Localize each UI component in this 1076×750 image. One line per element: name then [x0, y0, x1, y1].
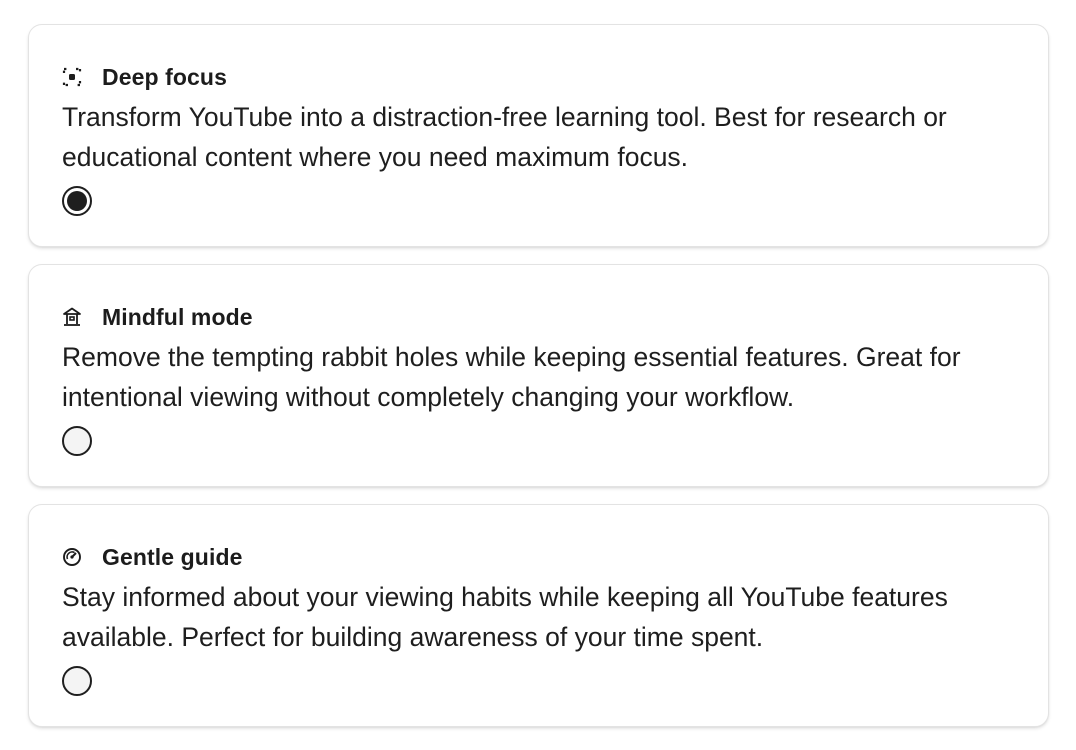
- option-header: Deep focus: [62, 62, 1015, 92]
- option-header: Mindful mode: [62, 302, 1015, 332]
- focus-frame-icon: [62, 67, 82, 87]
- option-title: Mindful mode: [102, 303, 253, 330]
- option-radio-mindful-mode[interactable]: [62, 426, 92, 456]
- option-radio-deep-focus[interactable]: [62, 186, 92, 216]
- gauge-icon: [62, 547, 82, 567]
- option-radio-gentle-guide[interactable]: [62, 666, 92, 696]
- option-description: Stay informed about your viewing habits …: [62, 582, 948, 652]
- option-description: Remove the tempting rabbit holes while k…: [62, 342, 961, 412]
- option-card-gentle-guide[interactable]: Gentle guide Stay informed about your vi…: [28, 504, 1049, 727]
- option-description: Transform YouTube into a distraction-fre…: [62, 102, 947, 172]
- option-title: Deep focus: [102, 63, 227, 90]
- temple-icon: [62, 307, 82, 327]
- option-title: Gentle guide: [102, 543, 243, 570]
- option-header: Gentle guide: [62, 542, 1015, 572]
- option-card-deep-focus[interactable]: Deep focus Transform YouTube into a dist…: [28, 24, 1049, 247]
- mode-options: Deep focus Transform YouTube into a dist…: [28, 24, 1049, 744]
- option-card-mindful-mode[interactable]: Mindful mode Remove the tempting rabbit …: [28, 264, 1049, 487]
